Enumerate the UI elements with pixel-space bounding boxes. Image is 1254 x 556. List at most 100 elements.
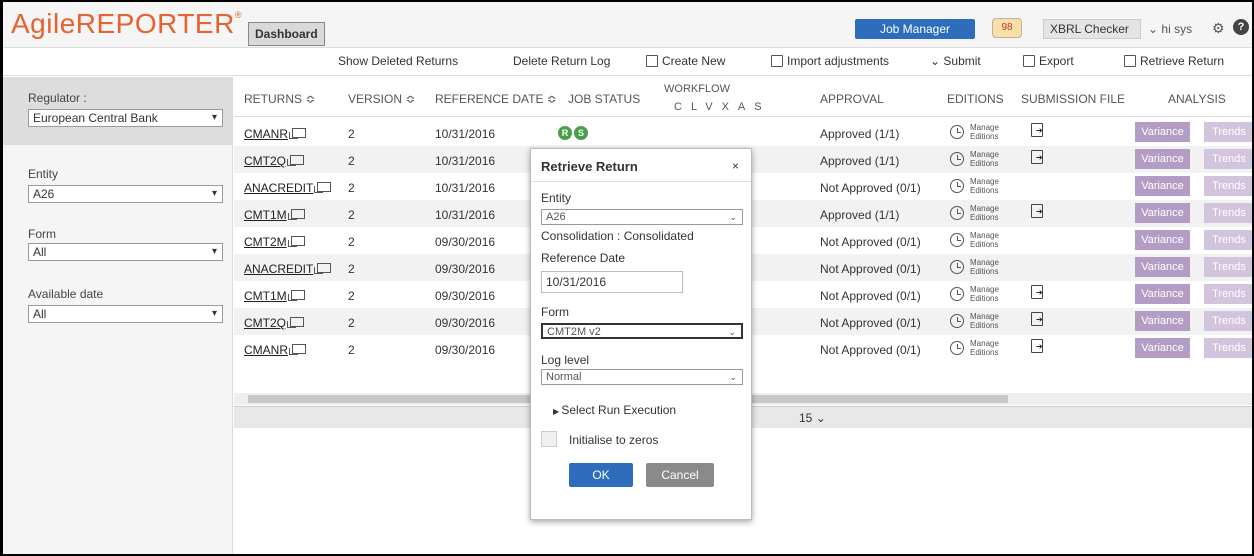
return-name[interactable]: CMT2Q — [244, 154, 286, 168]
dashboard-button[interactable]: Dashboard — [248, 22, 325, 46]
form-select[interactable]: CMT2M v2 ⌄ — [541, 323, 743, 339]
notifications-badge[interactable]: 98 — [992, 18, 1022, 38]
create-new-button[interactable]: Create New — [646, 54, 725, 68]
manage-editions-link[interactable]: Manage Editions — [970, 312, 999, 330]
variance-button[interactable]: Variance — [1135, 230, 1190, 250]
variance-button[interactable]: Variance — [1135, 284, 1190, 304]
trends-button[interactable]: Trends — [1204, 284, 1252, 304]
variance-button[interactable]: Variance — [1135, 149, 1190, 169]
submission-file-icon[interactable] — [1031, 204, 1043, 218]
xbrl-checker-button[interactable]: XBRL Checker — [1043, 19, 1141, 39]
trends-button[interactable]: Trends — [1204, 257, 1252, 277]
manage-editions-link[interactable]: Manage Editions — [970, 258, 999, 276]
initialise-zeros-checkbox[interactable] — [541, 431, 557, 447]
trends-button[interactable]: Trends — [1204, 203, 1252, 223]
reference-date-column-header[interactable]: REFERENCE DATE ≎ — [435, 92, 557, 106]
show-deleted-returns-button[interactable]: Show Deleted Returns — [338, 54, 458, 68]
return-name[interactable]: CMT1M — [244, 208, 287, 222]
trends-button[interactable]: Trends — [1204, 311, 1252, 331]
variance-button[interactable]: Variance — [1135, 257, 1190, 277]
table-row[interactable]: CMANR 2 10/31/2016 R S Approved (1/1) Manage Ed… — [234, 119, 1252, 146]
version-column-header[interactable]: VERSION ≎ — [348, 92, 415, 106]
manage-editions-link[interactable]: Manage Editions — [970, 177, 999, 195]
trends-button[interactable]: Trends — [1204, 149, 1252, 169]
return-name-link[interactable]: CMT1M — [244, 208, 305, 222]
retrieve-return-button[interactable]: Retrieve Return — [1124, 54, 1224, 68]
clock-icon[interactable] — [950, 233, 964, 247]
submission-file-icon[interactable] — [1031, 123, 1043, 137]
return-name-link[interactable]: CMT2M — [244, 235, 305, 249]
delete-return-log-button[interactable]: Delete Return Log — [513, 54, 610, 68]
ok-button[interactable]: OK — [569, 463, 633, 487]
return-name-link[interactable]: CMANR — [244, 127, 306, 141]
return-name[interactable]: CMT2Q — [244, 316, 286, 330]
trends-button[interactable]: Trends — [1204, 122, 1252, 142]
entity-select[interactable]: A26 ▾ — [28, 185, 223, 203]
page-size-select[interactable]: 15 ⌄ — [799, 411, 826, 425]
return-name-link[interactable]: CMT2Q — [244, 316, 304, 330]
return-name[interactable]: ANACREDIT — [244, 181, 313, 195]
returns-column-header[interactable]: RETURNS ≎ — [244, 92, 315, 106]
copy-icon[interactable] — [287, 236, 305, 247]
variance-button[interactable]: Variance — [1135, 338, 1190, 358]
select-run-execution-toggle[interactable]: ▶ Select Run Execution — [553, 403, 676, 417]
return-name[interactable]: CMANR — [244, 343, 288, 357]
log-level-select[interactable]: Normal ⌄ — [541, 369, 743, 385]
return-name-link[interactable]: CMANR — [244, 343, 306, 357]
submit-button[interactable]: ⌄ Submit — [930, 54, 981, 68]
submission-file-icon[interactable] — [1031, 339, 1043, 353]
copy-icon[interactable] — [287, 209, 305, 220]
cancel-button[interactable]: Cancel — [646, 463, 714, 487]
manage-editions-link[interactable]: Manage Editions — [970, 150, 999, 168]
job-manager-button[interactable]: Job Manager — [855, 19, 975, 39]
return-name[interactable]: CMANR — [244, 127, 288, 141]
close-icon[interactable]: × — [732, 159, 739, 173]
return-name[interactable]: CMT2M — [244, 235, 287, 249]
variance-button[interactable]: Variance — [1135, 311, 1190, 331]
return-name-link[interactable]: CMT1M — [244, 289, 305, 303]
return-name[interactable]: ANACREDIT — [244, 262, 313, 276]
copy-icon[interactable] — [289, 344, 306, 355]
copy-icon[interactable] — [287, 317, 304, 328]
clock-icon[interactable] — [950, 260, 964, 274]
form-select[interactable]: All ▾ — [28, 243, 223, 261]
clock-icon[interactable] — [950, 287, 964, 301]
variance-button[interactable]: Variance — [1135, 122, 1190, 142]
variance-button[interactable]: Variance — [1135, 203, 1190, 223]
clock-icon[interactable] — [950, 314, 964, 328]
variance-button[interactable]: Variance — [1135, 176, 1190, 196]
return-name-link[interactable]: ANACREDIT — [244, 181, 332, 195]
clock-icon[interactable] — [950, 152, 964, 166]
submission-file-icon[interactable] — [1031, 285, 1043, 299]
clock-icon[interactable] — [950, 179, 964, 193]
copy-icon[interactable] — [314, 263, 332, 274]
trends-button[interactable]: Trends — [1204, 338, 1252, 358]
submission-file-icon[interactable] — [1031, 312, 1043, 326]
manage-editions-link[interactable]: Manage Editions — [970, 123, 999, 141]
export-button[interactable]: Export — [1023, 54, 1074, 68]
manage-editions-link[interactable]: Manage Editions — [970, 339, 999, 357]
submission-file-icon[interactable] — [1031, 150, 1043, 164]
user-menu[interactable]: ⌄ hi sys — [1148, 22, 1192, 36]
return-name-link[interactable]: ANACREDIT — [244, 262, 332, 276]
clock-icon[interactable] — [950, 206, 964, 220]
gear-icon[interactable]: ⚙ — [1212, 20, 1225, 37]
available-date-select[interactable]: All ▾ — [28, 305, 223, 323]
help-icon[interactable]: ? — [1233, 19, 1249, 35]
return-name-link[interactable]: CMT2Q — [244, 154, 304, 168]
manage-editions-link[interactable]: Manage Editions — [970, 204, 999, 222]
trends-button[interactable]: Trends — [1204, 176, 1252, 196]
copy-icon[interactable] — [314, 182, 332, 193]
reference-date-input[interactable]: 10/31/2016 — [541, 271, 683, 293]
manage-editions-link[interactable]: Manage Editions — [970, 285, 999, 303]
clock-icon[interactable] — [950, 125, 964, 139]
clock-icon[interactable] — [950, 341, 964, 355]
return-name[interactable]: CMT1M — [244, 289, 287, 303]
copy-icon[interactable] — [287, 155, 304, 166]
copy-icon[interactable] — [289, 128, 306, 139]
copy-icon[interactable] — [287, 290, 305, 301]
entity-select[interactable]: A26 ⌄ — [541, 209, 743, 225]
trends-button[interactable]: Trends — [1204, 230, 1252, 250]
import-adjustments-button[interactable]: Import adjustments — [771, 54, 889, 68]
regulator-select[interactable]: European Central Bank ▾ — [28, 109, 223, 127]
